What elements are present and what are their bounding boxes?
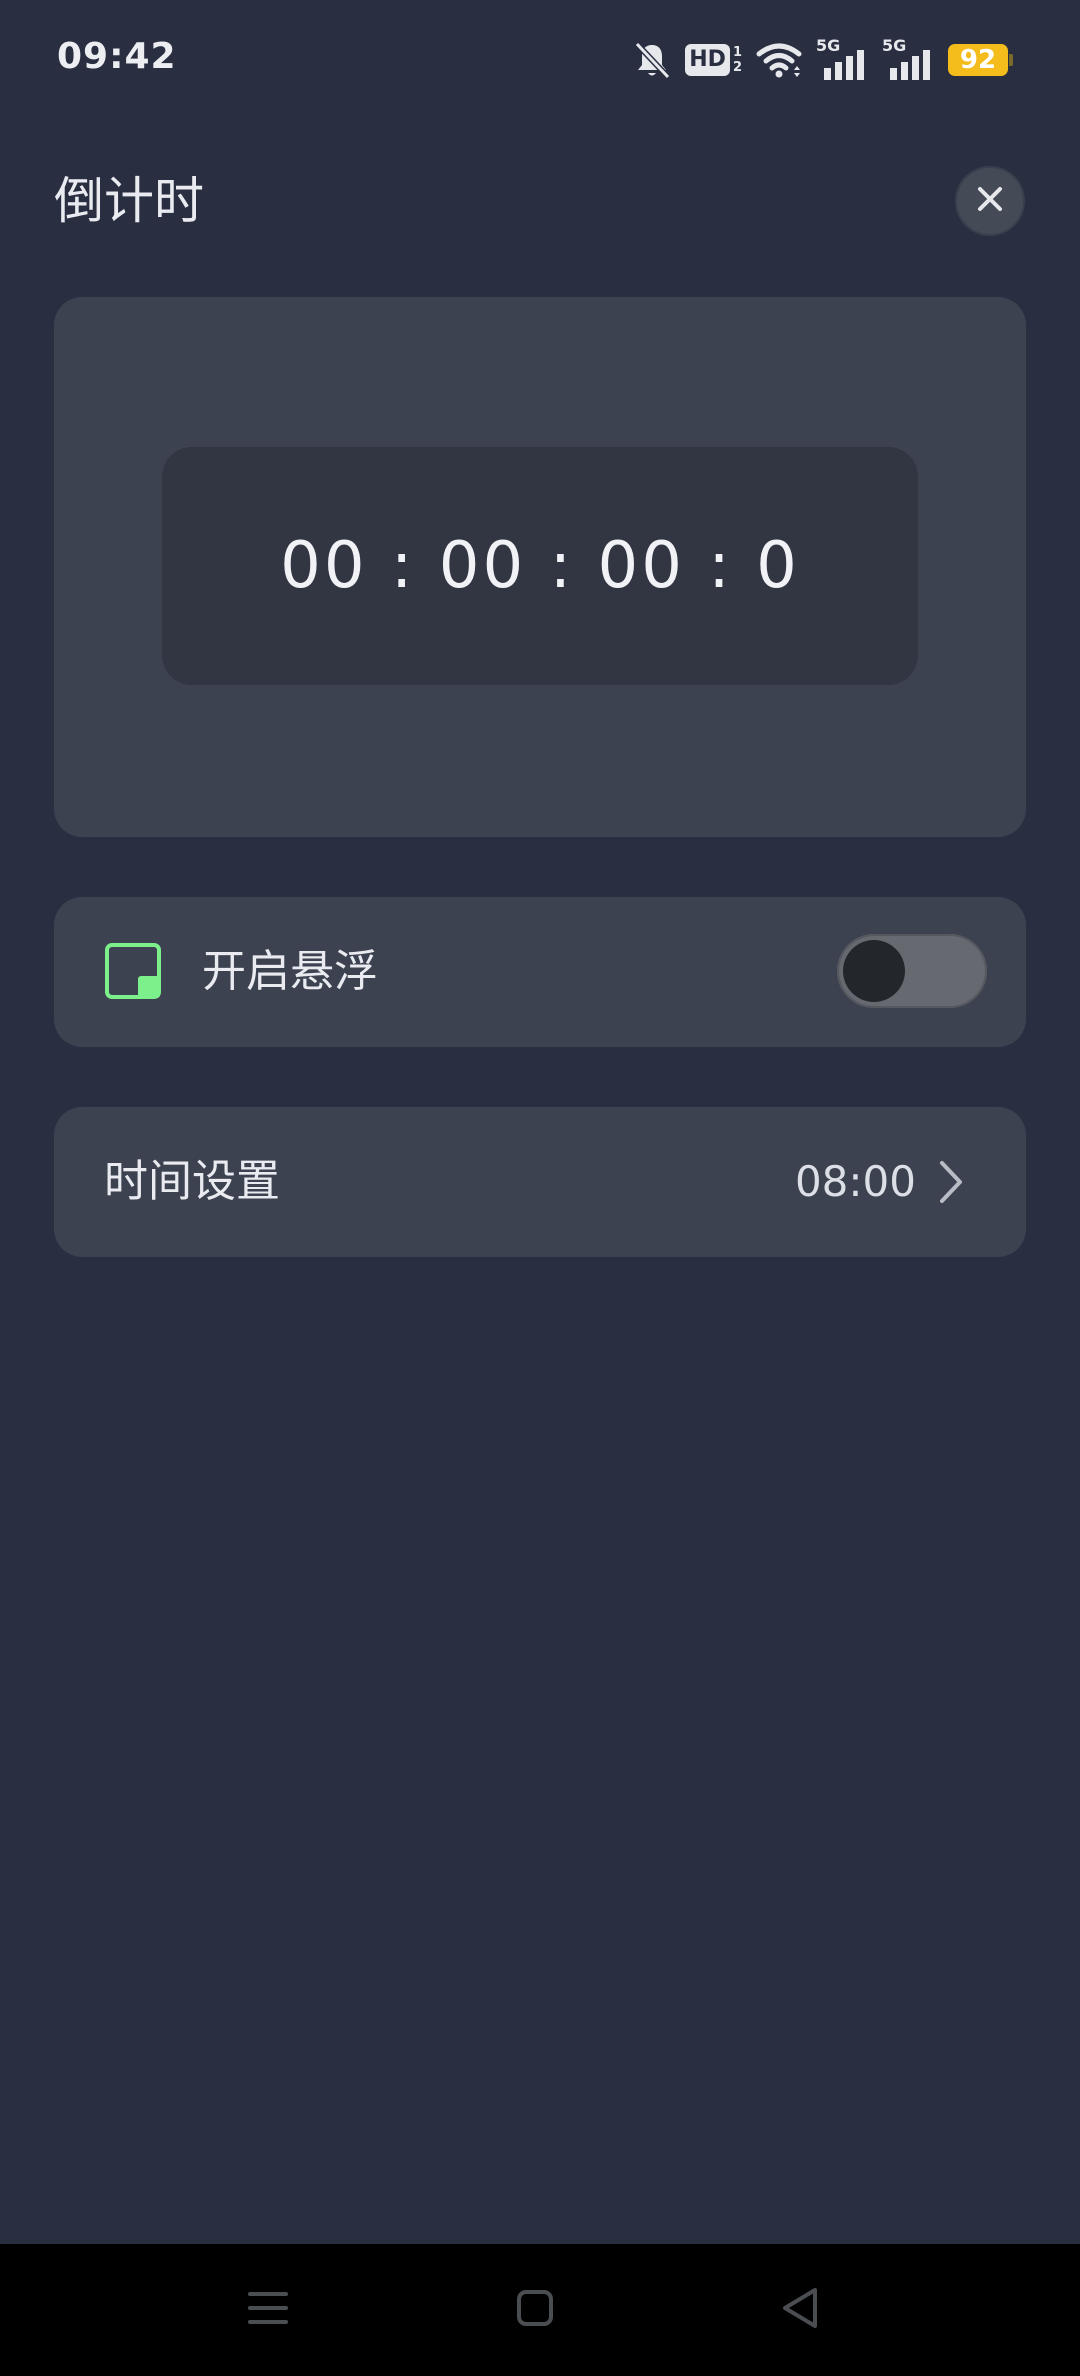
back-icon — [779, 2286, 821, 2334]
hd-label: HD — [685, 44, 730, 76]
hd-sub-bottom: 2 — [732, 60, 742, 75]
timer-text: 00 : 00 : 00 : 0 — [280, 529, 800, 603]
home-icon — [515, 2288, 555, 2332]
floating-window-icon — [104, 942, 164, 1002]
bell-off-icon — [633, 40, 671, 80]
nav-menu-button[interactable] — [238, 2280, 298, 2340]
close-icon — [976, 185, 1004, 217]
status-icons: HD 1 2 5G 5G 92 — [633, 38, 1014, 82]
battery-tip — [1009, 54, 1013, 66]
close-button[interactable] — [957, 168, 1023, 234]
time-setting-label: 时间设置 — [104, 1156, 280, 1207]
hd-sub: 1 2 — [733, 45, 742, 75]
float-toggle-switch[interactable] — [837, 934, 987, 1008]
nav-home-button[interactable] — [505, 2280, 565, 2340]
nav-back-button[interactable] — [770, 2280, 830, 2340]
signal-icon-2: 5G — [882, 38, 934, 80]
page-title: 倒计时 — [54, 172, 204, 230]
status-bar: 09:42 HD 1 2 5G 5G 92 — [0, 0, 1080, 120]
signal-icon: 5G — [816, 38, 868, 80]
chevron-right-icon — [936, 1159, 966, 1205]
battery-level: 92 — [948, 44, 1008, 76]
float-setting-label: 开启悬浮 — [202, 946, 378, 997]
time-setting-row[interactable]: 时间设置 08:00 — [54, 1107, 1026, 1257]
timer-display: 00 : 00 : 00 : 0 — [162, 447, 918, 685]
menu-icon — [247, 2288, 289, 2332]
hd-sub-top: 1 — [732, 45, 742, 60]
timer-card: 00 : 00 : 00 : 0 — [54, 297, 1026, 837]
time-setting-value: 08:00 — [794, 1157, 916, 1206]
status-time: 09:42 — [57, 36, 177, 77]
screen: 09:42 HD 1 2 5G 5G 92 倒计时 00: 00: 00:… — [0, 0, 1080, 2376]
nav-bar — [0, 2244, 1080, 2376]
wifi-icon — [756, 40, 802, 80]
toggle-knob — [843, 940, 905, 1002]
hd-icon: HD 1 2 — [685, 44, 742, 76]
battery-icon: 92 — [948, 43, 1014, 77]
float-setting-row: 开启悬浮 — [54, 897, 1026, 1047]
